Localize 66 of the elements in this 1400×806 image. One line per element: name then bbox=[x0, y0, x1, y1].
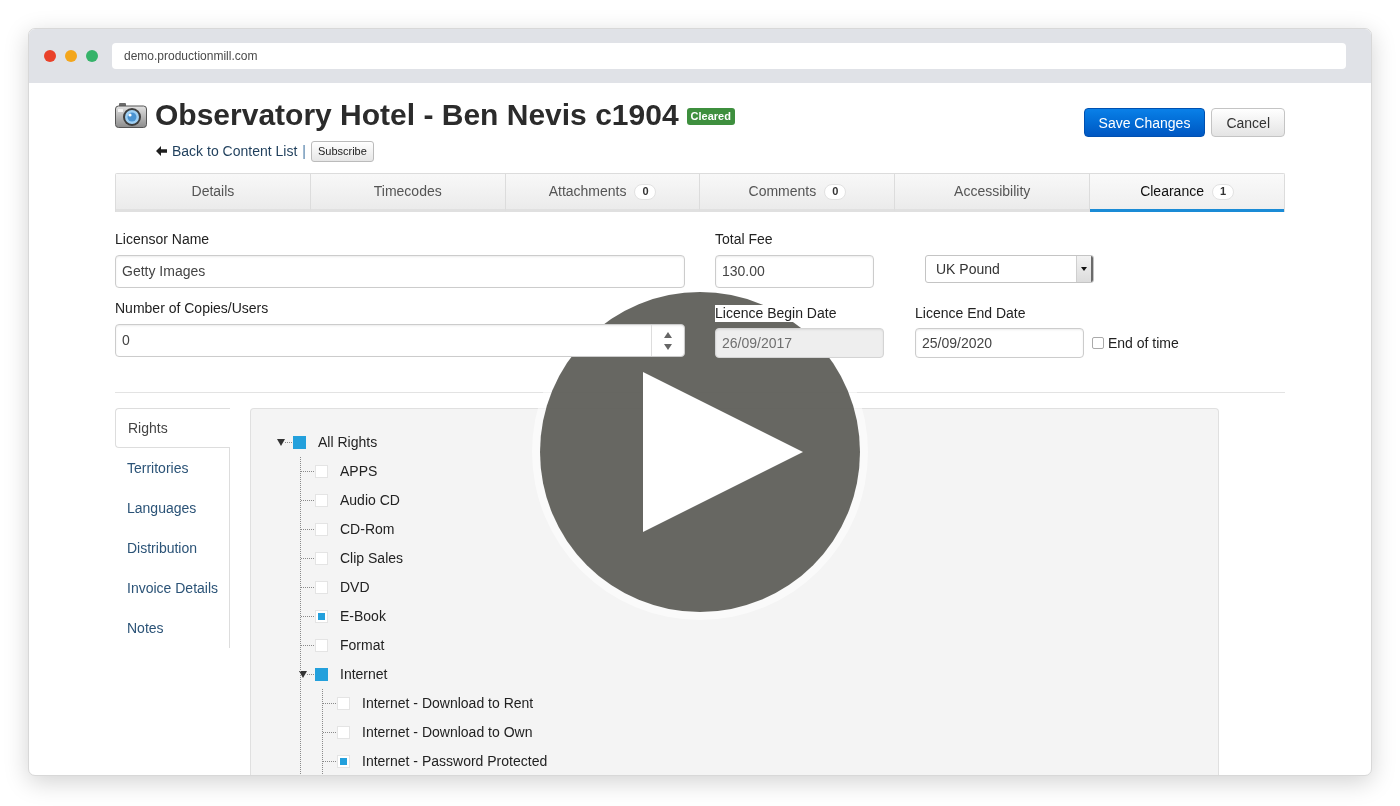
currency-select[interactable]: UK Pound bbox=[925, 255, 1094, 283]
window-minimize-icon[interactable] bbox=[65, 50, 77, 62]
tree-item-label[interactable]: CD-Rom bbox=[340, 521, 395, 538]
checkbox-label[interactable]: End of time bbox=[1108, 332, 1179, 354]
save-button[interactable]: Save Changes bbox=[1083, 108, 1206, 137]
side-tab[interactable]: Territories bbox=[115, 448, 230, 488]
count-badge: 0 bbox=[634, 183, 657, 200]
tree-item-label[interactable]: Audio CD bbox=[340, 492, 400, 509]
tree-item-label[interactable]: E-Book bbox=[340, 608, 386, 625]
tree-checkbox[interactable] bbox=[315, 581, 328, 594]
tree-checkbox[interactable] bbox=[315, 494, 328, 507]
subscribe-button[interactable]: Subscribe bbox=[310, 140, 374, 162]
back-link[interactable]: Back to Content List bbox=[156, 140, 298, 162]
tab[interactable]: Comments 0 bbox=[700, 174, 896, 212]
tab[interactable]: Accessibility bbox=[895, 174, 1091, 212]
count-badge: 1 bbox=[1211, 183, 1234, 200]
copies-number-input[interactable]: 0 bbox=[115, 324, 685, 357]
side-tab[interactable]: Notes bbox=[115, 608, 230, 648]
arrow-left-icon bbox=[156, 146, 167, 156]
tree-checkbox[interactable] bbox=[337, 755, 350, 768]
tree-item-label[interactable]: All Rights bbox=[318, 434, 378, 451]
window-close-icon[interactable] bbox=[44, 50, 56, 62]
checkbox[interactable] bbox=[1092, 337, 1104, 349]
dropdown-caret-icon bbox=[1081, 267, 1087, 271]
link-separator: | bbox=[302, 141, 306, 161]
caret-down-icon[interactable] bbox=[299, 671, 307, 678]
count-badge: 0 bbox=[824, 183, 847, 200]
spinner-up-icon[interactable] bbox=[664, 331, 672, 338]
status-badge: Cleared bbox=[686, 107, 735, 125]
total-fee-input[interactable]: 130.00 bbox=[715, 255, 874, 288]
tree-checkbox[interactable] bbox=[337, 726, 350, 739]
tree-checkbox[interactable] bbox=[315, 668, 328, 681]
tree-item-label[interactable]: DVD bbox=[340, 579, 370, 596]
tree-item-label[interactable]: Internet - Download to Own bbox=[362, 724, 533, 741]
tree-checkbox[interactable] bbox=[315, 552, 328, 565]
tab[interactable]: Clearance 1 bbox=[1090, 174, 1284, 212]
window-maximize-icon[interactable] bbox=[86, 50, 98, 62]
field-label: Number of Copies/Users bbox=[115, 300, 269, 317]
tree-item-label[interactable]: Internet - Password Protected bbox=[362, 753, 548, 770]
page-title: Observatory Hotel - Ben Nevis c1904 bbox=[155, 97, 679, 133]
tree-checkbox[interactable] bbox=[315, 465, 328, 478]
tree-checkbox[interactable] bbox=[337, 697, 350, 710]
spinner-down-icon[interactable] bbox=[664, 343, 672, 350]
end-date-input[interactable]: 25/09/2020 bbox=[915, 328, 1084, 358]
tree-item-label[interactable]: Format bbox=[340, 637, 385, 654]
tree-item-label[interactable]: APPS bbox=[340, 463, 378, 480]
tab[interactable]: Details bbox=[116, 174, 311, 212]
side-tab[interactable]: Rights bbox=[115, 408, 230, 448]
tree-item-label[interactable]: Internet - Download to Rent bbox=[362, 695, 534, 712]
field-label: Licence Begin Date bbox=[715, 305, 837, 322]
address-bar[interactable]: demo.productionmill.com bbox=[112, 43, 1346, 69]
cancel-button[interactable]: Cancel bbox=[1211, 108, 1285, 137]
tab[interactable]: Timecodes bbox=[310, 174, 506, 212]
tree-checkbox[interactable] bbox=[315, 523, 328, 536]
tree-checkbox[interactable] bbox=[315, 610, 328, 623]
tree-checkbox[interactable] bbox=[315, 639, 328, 652]
side-tab[interactable]: Languages bbox=[115, 488, 230, 528]
tree-item-label[interactable]: Internet bbox=[340, 666, 388, 683]
tab[interactable]: Attachments 0 bbox=[505, 174, 701, 212]
caret-down-icon[interactable] bbox=[277, 439, 285, 446]
side-tab[interactable]: Distribution bbox=[115, 528, 230, 568]
camera-icon bbox=[115, 102, 147, 128]
tree-checkbox[interactable] bbox=[293, 436, 306, 449]
tree-item-label[interactable]: Clip Sales bbox=[340, 550, 404, 567]
side-tab[interactable]: Invoice Details bbox=[115, 568, 230, 608]
licensor-name-input[interactable]: Getty Images bbox=[115, 255, 685, 288]
